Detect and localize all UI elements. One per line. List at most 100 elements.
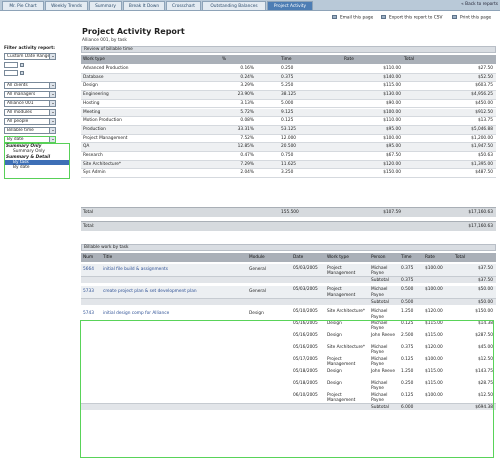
entry-date: 05/16/2005 xyxy=(293,321,318,327)
work-type-cell: Hosting xyxy=(83,100,100,106)
chevron-down-icon xyxy=(51,56,54,58)
entry-person: Michael Payne xyxy=(371,321,388,332)
total-cell: $52.50 xyxy=(477,74,493,80)
subtotal-amount: $50.00 xyxy=(477,299,493,305)
task-num-link[interactable]: 5733 xyxy=(83,289,94,294)
task-title-link[interactable]: initial file build & assignments xyxy=(103,267,168,272)
rate-cell: $150.00 xyxy=(383,170,401,176)
project-select[interactable]: Alliance 001 xyxy=(4,100,56,107)
entry-time: 0.125 xyxy=(401,392,414,398)
print-label: Print this page xyxy=(460,15,492,21)
entry-person: John Reeve xyxy=(371,368,395,374)
work-type-cell: Engineering xyxy=(83,92,109,98)
billable-select[interactable]: Billable time xyxy=(4,127,56,134)
end-date-field[interactable] xyxy=(4,70,18,76)
report-subtitle: Alliance 001, by task xyxy=(82,38,127,43)
total-cell: $912.50 xyxy=(475,109,493,115)
work-type-cell: Advanced Production xyxy=(83,66,129,71)
entry-rate: $100.00 xyxy=(425,287,443,293)
tab-outstanding-balances[interactable]: Outstanding Balances xyxy=(202,1,266,10)
col-total: Total xyxy=(455,255,466,260)
review-table-header: Work type % Time Rate Total xyxy=(81,55,496,64)
subtotal-label: Subtotal xyxy=(371,277,390,283)
chevron-down-icon xyxy=(51,94,54,96)
chevron-down-icon xyxy=(51,85,54,87)
subtotal-label: Subtotal xyxy=(371,299,390,305)
tab-crosschart[interactable]: Crosschart xyxy=(166,1,201,10)
entry-time: 0.375 xyxy=(401,265,414,271)
task-row: 5743 initial design comp for Alliance Desi… xyxy=(81,308,496,403)
entry-date: 05/18/2005 xyxy=(293,380,318,386)
tab-break-it-down[interactable]: Break It Down xyxy=(123,1,165,10)
export-csv-link[interactable]: Export this report to CSV xyxy=(381,15,442,21)
review-row: Design 3.29% 5.250 $115.00 $603.75 xyxy=(81,82,496,92)
review-row: Database 0.24% 0.375 $140.00 $52.50 xyxy=(81,73,496,83)
percent-cell: 0.24% xyxy=(240,74,254,80)
dropdown-option-by-date[interactable]: By date xyxy=(5,165,69,170)
email-icon xyxy=(332,15,337,19)
task-title-link[interactable]: initial design comp for Alliance xyxy=(103,311,169,316)
entry-total: $143.75 xyxy=(475,368,493,374)
date-range-select[interactable]: Custom Date Range xyxy=(4,53,56,60)
total-rate: $107.59 xyxy=(383,210,401,215)
entry-time: 0.500 xyxy=(401,287,414,293)
col-title: Title xyxy=(103,255,113,260)
entry-rate: $100.00 xyxy=(425,392,443,398)
task-num-link[interactable]: 5664 xyxy=(83,267,94,272)
total-cell: $1,200.00 xyxy=(471,135,493,141)
col-num: Num xyxy=(83,255,94,260)
task-title: initial file build & assignments xyxy=(103,267,168,272)
subtotal-time: 0.500 xyxy=(401,299,414,305)
export-label: Export this report to CSV xyxy=(389,15,443,21)
work-type-cell: Sys Admin xyxy=(83,170,106,176)
group-by-select[interactable]: By date xyxy=(4,136,56,143)
work-type-cell: Project Management xyxy=(83,135,128,141)
modules-select[interactable]: All modules xyxy=(4,109,56,116)
subtotal-row: Subtotal 0.500 $50.00 xyxy=(81,297,496,305)
entry-total: $28.75 xyxy=(477,380,493,386)
calendar-icon[interactable] xyxy=(20,63,24,67)
chevron-down-icon xyxy=(51,112,54,114)
task-num-link[interactable]: 5743 xyxy=(83,311,94,316)
entry-date: 05/17/2005 xyxy=(293,356,318,362)
review-row: Hosting 3.13% 5.000 $90.00 $450.00 xyxy=(81,100,496,109)
percent-cell: 0.16% xyxy=(240,66,254,71)
grand-total-label: Total: xyxy=(83,224,95,229)
total-label: Total xyxy=(83,210,94,215)
billable-value: Billable time xyxy=(7,128,34,133)
tab-weekly-trends[interactable]: Weekly Trends xyxy=(45,1,88,10)
start-date-field[interactable] xyxy=(4,62,18,68)
tab-mr-pie-chart[interactable]: Mr. Pie Chart xyxy=(2,1,44,10)
review-row: Project Management 7.52% 12.000 $100.00 $1,2… xyxy=(81,135,496,144)
col-work-type: Work type xyxy=(327,255,349,260)
work-type-cell: Database xyxy=(83,74,104,80)
print-page-link[interactable]: Print this page xyxy=(452,15,491,21)
entry-person: Michael Payne xyxy=(371,309,388,320)
entry-work-type: Site Architecture* xyxy=(327,344,366,350)
tab-project-activity[interactable]: Project Activity xyxy=(267,1,313,10)
report-tab-bar: Mr. Pie Chart Weekly Trends Summary Brea… xyxy=(0,0,500,11)
entry-total: $150.00 xyxy=(475,309,493,315)
clients-select[interactable]: All clients xyxy=(4,82,56,89)
entry-total: $50.00 xyxy=(477,287,493,293)
task-title-link[interactable]: create project plan & set development pl… xyxy=(103,289,197,294)
people-select[interactable]: All people xyxy=(4,118,56,125)
calendar-icon[interactable] xyxy=(20,71,24,75)
managers-select[interactable]: All managers xyxy=(4,91,56,98)
entry-work-type: Project Management xyxy=(327,287,356,298)
percent-cell: 23.90% xyxy=(237,92,254,98)
entry-rate: $115.00 xyxy=(425,380,443,386)
rate-cell: $67.50 xyxy=(385,153,401,158)
email-page-link[interactable]: Email this page xyxy=(332,15,373,21)
entry-date: 05/16/2005 xyxy=(293,333,318,339)
group-by-value: By date xyxy=(7,137,24,142)
filter-label: Filter activity report: xyxy=(4,46,56,51)
entry-work-type: Site Architecture* xyxy=(327,309,366,315)
back-to-reports-link[interactable]: « Back to reports xyxy=(461,2,498,7)
task-num: 5664 xyxy=(83,267,94,272)
tab-summary[interactable]: Summary xyxy=(89,1,122,10)
work-type-cell: Motion Production xyxy=(83,118,122,124)
review-heading: Review of billable time xyxy=(81,46,496,53)
modules-value: All modules xyxy=(7,110,33,115)
entry-total: $12.50 xyxy=(477,356,493,362)
